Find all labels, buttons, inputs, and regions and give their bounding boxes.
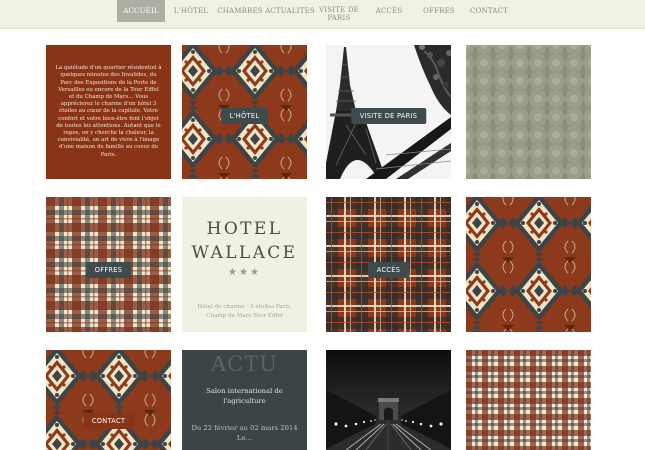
damask-pattern <box>466 197 591 332</box>
damask-tile <box>466 197 591 332</box>
paris-tile[interactable]: VISITE DE PARIS <box>326 45 451 179</box>
actu-title: ACTU <box>211 352 278 376</box>
actu-tile[interactable]: ACTU Salon international de l'agricultur… <box>182 350 307 450</box>
offres-tile[interactable]: OFFRES <box>46 197 171 332</box>
nav-contact[interactable]: CONTACT <box>468 0 510 22</box>
contact-button[interactable]: CONTACT <box>82 413 135 429</box>
hotel-name-line2: WALLACE <box>191 243 298 263</box>
nav-acces[interactable]: ACCÈS <box>369 0 409 22</box>
nav-accueil[interactable]: ACCUEIL <box>117 0 165 22</box>
gingham-tile <box>466 350 591 450</box>
gingham-pattern <box>466 350 591 450</box>
hotel-name-line1: HOTEL <box>206 219 283 239</box>
hotel-wallace-card: HOTEL WALLACE ★★★ Hôtel de charme · 3 ét… <box>182 197 307 332</box>
arc-de-triomphe-photo <box>326 350 451 450</box>
hotel-subtitle: Hôtel de charme · 3 étoiles Paris, Champ… <box>197 304 292 319</box>
grey-damask-texture <box>466 45 591 179</box>
top-navigation: ACCUEIL L'HÔTEL CHAMBRES ACTUALITES VISI… <box>0 0 645 29</box>
actu-date-text: Du 22 février au 02 mars 2014 <box>191 424 298 432</box>
visite-de-paris-button[interactable]: VISITE DE PARIS <box>350 108 427 124</box>
three-stars-rating: ★★★ <box>228 267 261 278</box>
nav-visite-de-paris[interactable]: VISITE DE PARIS <box>318 4 360 24</box>
acces-tile[interactable]: ACCÈS <box>326 197 451 332</box>
actu-date: Du 22 février au 02 mars 2014 Le… <box>186 423 303 443</box>
nav-offres[interactable]: OFFRES <box>418 0 460 22</box>
actu-headline[interactable]: Salon international de l'agriculture <box>188 386 301 406</box>
hotel-tile[interactable]: L'HÔTEL <box>182 45 307 179</box>
actu-more[interactable]: Le… <box>237 434 252 442</box>
acces-button[interactable]: ACCÈS <box>367 262 410 278</box>
damask-pattern <box>46 350 171 450</box>
nav-hotel[interactable]: L'HÔTEL <box>171 0 211 22</box>
hotel-button[interactable]: L'HÔTEL <box>220 108 269 124</box>
nav-actualites[interactable]: ACTUALITES <box>265 0 315 22</box>
offres-button[interactable]: OFFRES <box>85 262 132 278</box>
contact-tile[interactable]: CONTACT <box>46 350 171 450</box>
intro-text-tile: La quiétude d'un quartier résidentiel à … <box>46 45 171 179</box>
arc-de-triomphe-tile <box>326 350 451 450</box>
uk-flag-icon[interactable] <box>102 9 112 16</box>
nav-chambres[interactable]: CHAMBRES <box>217 0 263 22</box>
intro-text: La quiétude d'un quartier résidentiel à … <box>55 65 162 158</box>
texture-tile <box>466 45 591 179</box>
